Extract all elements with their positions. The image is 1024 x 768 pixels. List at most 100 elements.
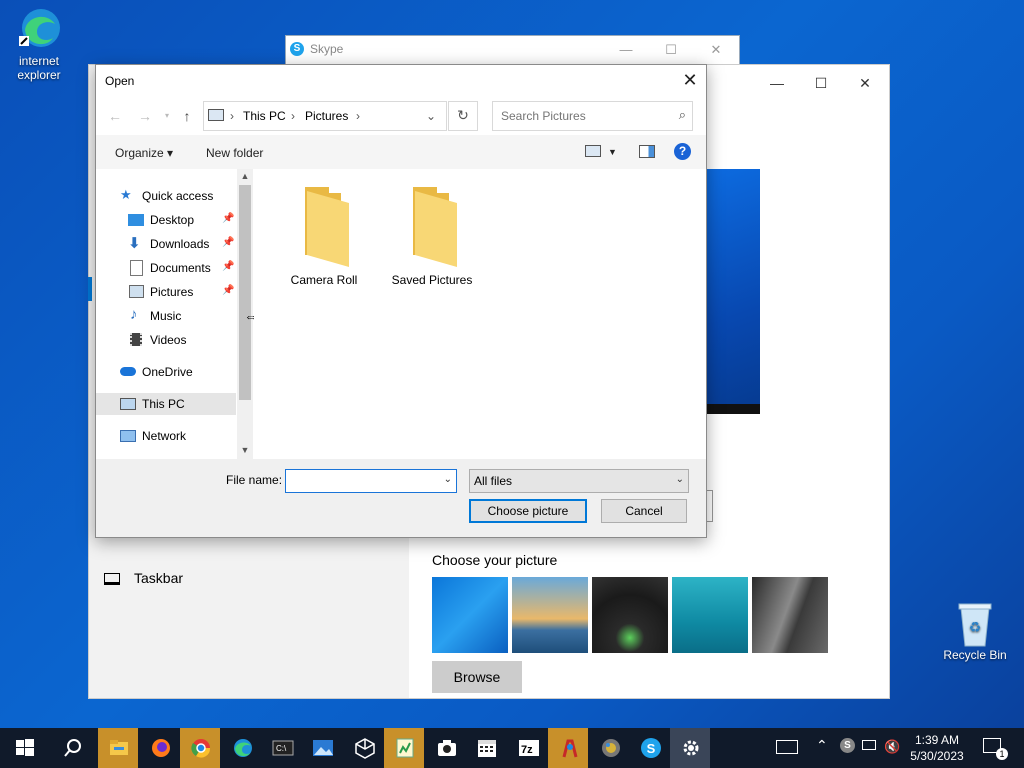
chrome-icon: [191, 739, 211, 758]
file-name-input[interactable]: [290, 472, 434, 492]
nav-item-quick-access[interactable]: ★ Quick access: [96, 185, 236, 207]
settings-nav-taskbar[interactable]: Taskbar: [104, 570, 183, 586]
nav-item-videos[interactable]: Videos: [96, 329, 236, 351]
nav-item-this-pc[interactable]: This PC: [96, 393, 236, 415]
taskbar-firefox[interactable]: [140, 728, 180, 768]
address-bar[interactable]: › This PC › Pictures › ⌄: [203, 101, 447, 131]
dialog-footer: File name: ⌄ All files ⌄ Choose picture …: [96, 459, 706, 537]
taskbar-photos[interactable]: [302, 728, 342, 768]
taskbar-settings-icon: [104, 573, 120, 586]
up-arrow-icon[interactable]: ↑: [178, 107, 196, 125]
back-arrow-icon[interactable]: ←: [106, 107, 124, 125]
breadcrumb-pictures[interactable]: Pictures: [305, 109, 348, 123]
taskbar-notepad[interactable]: [384, 728, 424, 768]
taskbar-edge[interactable]: [222, 728, 262, 768]
tray-network-icon[interactable]: [862, 740, 876, 750]
taskbar-skype[interactable]: S: [630, 728, 670, 768]
skype-window[interactable]: S Skype — ☐ ✕: [285, 35, 740, 65]
open-dialog: Open ✕ ← → ▾ ↑ › This PC › Pictures › ⌄ …: [95, 64, 707, 538]
help-icon[interactable]: ?: [674, 143, 691, 160]
nav-item-music[interactable]: ♪ Music: [96, 305, 236, 327]
scroll-up-icon[interactable]: ▲: [237, 171, 253, 181]
nav-item-network[interactable]: Network: [96, 425, 236, 447]
taskbar-file-explorer[interactable]: [98, 728, 138, 768]
choose-picture-button[interactable]: Choose picture: [469, 499, 587, 523]
organize-button[interactable]: Organize ▾: [115, 146, 173, 160]
desktop-icon-recycle-bin[interactable]: ♻ Recycle Bin: [935, 600, 1015, 662]
taskbar-camera[interactable]: [426, 728, 466, 768]
svg-text:S: S: [647, 741, 656, 756]
globe-icon: [602, 739, 620, 757]
nav-item-desktop[interactable]: Desktop 📌: [96, 209, 236, 231]
nav-item-downloads[interactable]: ⬇ Downloads 📌: [96, 233, 236, 255]
file-name-field[interactable]: ⌄: [285, 469, 457, 493]
desktop-folder-icon: [128, 214, 144, 226]
refresh-icon: ↻: [457, 107, 469, 123]
tray-show-hidden-icon[interactable]: ⌃: [816, 737, 828, 754]
taskbar-app-globe[interactable]: [590, 728, 630, 768]
folder-saved-pictures[interactable]: Saved Pictures: [387, 185, 477, 287]
breadcrumb-this-pc[interactable]: This PC: [243, 109, 286, 123]
taskbar-clock[interactable]: 1:39 AM 5/30/2023: [905, 732, 969, 764]
search-input[interactable]: [499, 108, 663, 124]
close-icon[interactable]: ✕: [701, 39, 731, 61]
dialog-title: Open: [105, 74, 135, 88]
search-icon: ⌕: [678, 107, 686, 122]
address-dropdown-icon[interactable]: ⌄: [426, 109, 436, 123]
picture-thumbnail-3[interactable]: [592, 577, 668, 653]
scroll-down-icon[interactable]: ▼: [237, 445, 253, 455]
camera-icon: [438, 740, 456, 756]
background-preview: [705, 169, 760, 414]
picture-thumbnail-1[interactable]: [432, 577, 508, 653]
tray-skype-icon[interactable]: S: [840, 738, 855, 753]
taskbar-calendar[interactable]: [466, 728, 506, 768]
new-folder-button[interactable]: New folder: [206, 146, 263, 160]
taskbar-search-button[interactable]: [52, 728, 92, 768]
maximize-icon[interactable]: ☐: [799, 71, 843, 95]
dialog-toolbar: Organize ▾ New folder ▼ ?: [96, 135, 706, 169]
browse-button[interactable]: Browse: [432, 661, 522, 693]
taskbar-7zip[interactable]: 7z: [508, 728, 548, 768]
close-icon[interactable]: ✕: [674, 65, 706, 97]
recent-dropdown-icon[interactable]: ▾: [158, 107, 176, 125]
taskbar-terminal[interactable]: C:\: [262, 728, 302, 768]
picture-thumbnail-2[interactable]: [512, 577, 588, 653]
pin-icon[interactable]: 📌: [222, 261, 234, 272]
tray-volume-muted-icon[interactable]: 🔇: [884, 739, 900, 755]
folder-camera-roll[interactable]: Camera Roll: [279, 185, 369, 287]
svg-text:♻: ♻: [969, 619, 982, 635]
cancel-button[interactable]: Cancel: [601, 499, 687, 523]
close-icon[interactable]: ✕: [843, 71, 887, 95]
taskbar-settings[interactable]: [670, 728, 710, 768]
picture-thumbnail-5[interactable]: [752, 577, 828, 653]
taskbar-3d-viewer[interactable]: [344, 728, 384, 768]
scrollbar-thumb[interactable]: [239, 185, 251, 400]
nav-item-documents[interactable]: Documents 📌: [96, 257, 236, 279]
pin-icon[interactable]: 📌: [222, 285, 234, 296]
pin-icon[interactable]: 📌: [222, 237, 234, 248]
minimize-icon[interactable]: —: [611, 39, 641, 61]
chevron-down-icon[interactable]: ⌄: [444, 474, 452, 485]
nav-item-onedrive[interactable]: OneDrive: [96, 361, 236, 383]
file-type-select[interactable]: All files ⌄: [469, 469, 689, 493]
pen-icon: [562, 739, 578, 758]
picture-thumbnail-4[interactable]: [672, 577, 748, 653]
desktop-icon-internet-explorer[interactable]: internet explorer: [0, 6, 79, 82]
maximize-icon[interactable]: ☐: [656, 39, 686, 61]
chevron-down-icon[interactable]: ⌄: [676, 474, 684, 485]
minimize-icon[interactable]: —: [755, 71, 799, 95]
view-dropdown-icon[interactable]: ▼: [608, 147, 617, 157]
notification-count-badge: 1: [996, 748, 1008, 760]
windows-logo-icon: [16, 739, 34, 756]
refresh-button[interactable]: ↻: [448, 101, 478, 131]
pin-icon[interactable]: 📌: [222, 213, 234, 224]
search-box[interactable]: ⌕: [492, 101, 693, 131]
start-button[interactable]: [4, 728, 44, 768]
taskbar-chrome[interactable]: [180, 728, 220, 768]
tray-touch-keyboard-icon[interactable]: [776, 740, 798, 754]
view-options-icon[interactable]: [585, 145, 601, 157]
nav-item-pictures[interactable]: Pictures 📌: [96, 281, 236, 303]
preview-pane-icon[interactable]: [639, 145, 655, 158]
forward-arrow-icon[interactable]: →: [136, 107, 154, 125]
taskbar-draw-app[interactable]: [548, 728, 588, 768]
